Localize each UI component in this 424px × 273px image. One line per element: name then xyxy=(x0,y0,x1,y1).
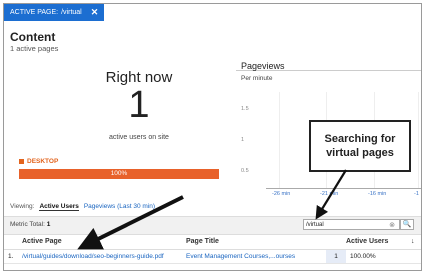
metric-total: Metric Total: 1 xyxy=(10,221,50,228)
tab-pageviews[interactable]: Pageviews (Last 30 min) xyxy=(84,203,155,211)
device-progress-bar: 100% xyxy=(19,169,219,179)
column-header-page-title[interactable]: Page Title xyxy=(186,238,219,245)
active-users-label: active users on site xyxy=(109,134,169,141)
column-header-active-page[interactable]: Active Page xyxy=(22,238,62,245)
chip-value: /virtual xyxy=(61,9,82,16)
metric-value: 1 xyxy=(46,221,51,228)
tab-active-users[interactable]: Active Users xyxy=(39,203,79,211)
y-tick-label: 0.5 xyxy=(241,168,249,174)
callout-line: virtual pages xyxy=(326,147,394,159)
clear-search-icon[interactable]: ⊗ xyxy=(389,220,395,231)
x-axis xyxy=(266,188,421,189)
active-page-filter-chip[interactable]: ACTIVE PAGE: /virtual ✕ xyxy=(4,4,105,21)
x-tick-label: -21 min xyxy=(320,191,339,197)
pageviews-title: Pageviews xyxy=(241,61,285,71)
x-tick-label: -26 min xyxy=(272,191,291,197)
device-label: DESKTOP xyxy=(27,158,59,165)
grid-line xyxy=(418,92,419,188)
search-icon: 🔍 xyxy=(402,221,412,228)
viewing-label: Viewing: xyxy=(10,203,35,210)
search-value: /virtual xyxy=(306,222,324,228)
x-tick-label: -16 min xyxy=(368,191,387,197)
callout-line: Searching for xyxy=(324,133,396,145)
search-button[interactable]: 🔍 xyxy=(400,219,414,230)
annotation-callout: Searching for virtual pages xyxy=(309,120,411,172)
page-title: Content xyxy=(10,30,56,44)
table-header: Active Page Page Title Active Users ↓ xyxy=(4,236,421,250)
active-page-link[interactable]: /virtual/guides/download/seo-beginners-g… xyxy=(22,253,164,260)
column-header-active-users[interactable]: Active Users xyxy=(346,238,388,245)
metric-label: Metric Total: xyxy=(10,221,45,228)
grid-line xyxy=(279,92,280,188)
active-pages-count: 1 active pages xyxy=(10,44,59,53)
search-input[interactable]: /virtual ⊗ xyxy=(303,219,400,230)
active-users-percent: 100.00% xyxy=(350,253,376,260)
desktop-swatch-icon xyxy=(19,159,24,164)
viewing-tabs: Viewing: Active Users Pageviews (Last 30… xyxy=(10,203,155,211)
chip-label: ACTIVE PAGE: xyxy=(10,9,59,16)
y-tick-label: 1.5 xyxy=(241,106,249,112)
close-icon[interactable]: ✕ xyxy=(91,7,99,18)
x-tick-label: -1 xyxy=(414,191,419,197)
table-row: 1. /virtual/guides/download/seo-beginner… xyxy=(4,250,421,264)
sort-down-icon[interactable]: ↓ xyxy=(411,238,415,245)
active-users-value: 1 xyxy=(326,250,346,263)
row-index: 1. xyxy=(8,253,14,260)
analytics-frame: ACTIVE PAGE: /virtual ✕ Content 1 active… xyxy=(3,3,422,271)
pageviews-subtitle: Per minute xyxy=(241,75,273,82)
metric-toolbar: Metric Total: 1 /virtual ⊗ 🔍 xyxy=(4,216,421,235)
page-title-link[interactable]: Event Management Courses,...ourses xyxy=(186,253,295,260)
device-legend: DESKTOP xyxy=(19,158,58,165)
active-users-count: 1 xyxy=(128,84,150,126)
y-tick-label: 1 xyxy=(241,137,245,143)
